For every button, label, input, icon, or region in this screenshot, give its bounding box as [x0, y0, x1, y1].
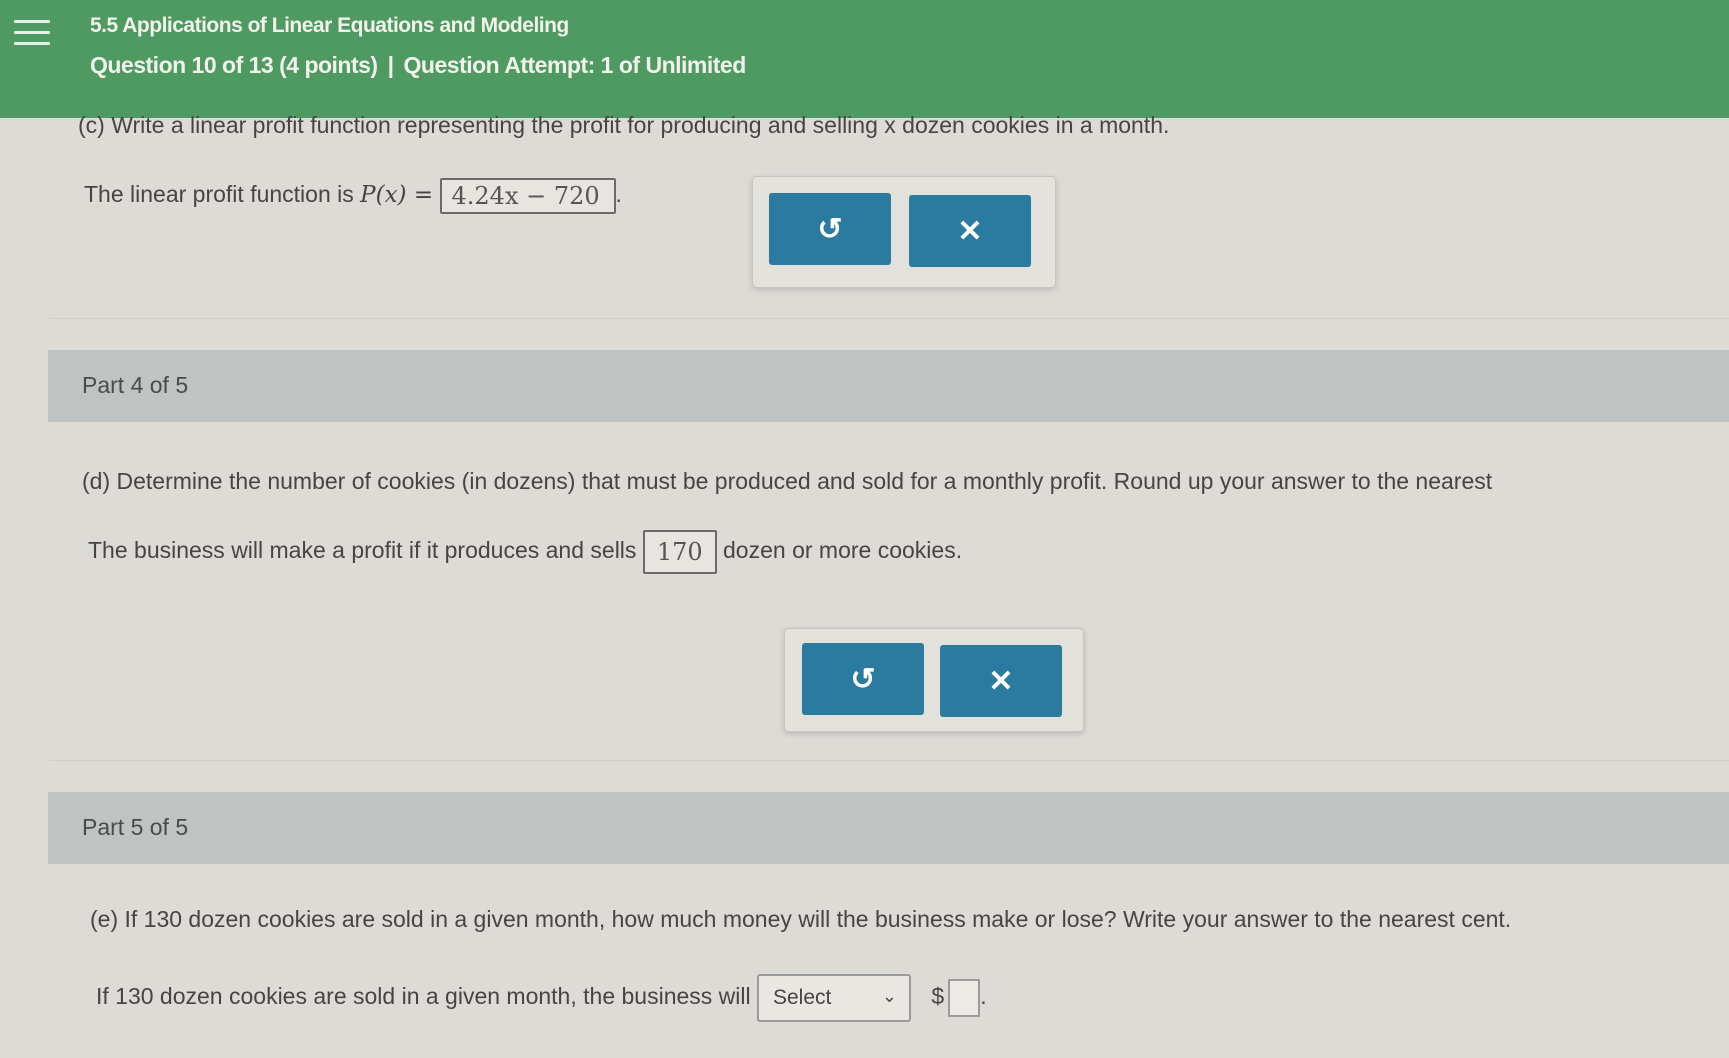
part-e-answer-prefix: If 130 dozen cookies are sold in a given… [96, 983, 751, 1010]
part-4-bar: Part 4 of 5 [48, 350, 1729, 422]
hamburger-menu-icon[interactable] [14, 20, 50, 50]
close-icon: ✕ [957, 214, 983, 248]
select-value: Select [773, 986, 832, 1009]
undo-button[interactable]: ↺ [802, 643, 924, 715]
undo-button[interactable]: ↺ [769, 193, 891, 265]
make-or-lose-select[interactable]: Select ⌄ [757, 974, 911, 1022]
part-e-suffix: . [980, 983, 987, 1010]
chevron-down-icon: ⌄ [881, 986, 897, 1006]
part-4-label: Part 4 of 5 [82, 372, 189, 398]
dozen-count-answer-box[interactable]: 170 [642, 530, 717, 574]
clear-button[interactable]: ✕ [909, 195, 1031, 267]
question-info: Question 10 of 13 (4 points) | Question At… [90, 52, 746, 79]
part-c-suffix: . [615, 181, 622, 208]
section-title: 5.5 Applications of Linear Equations and… [90, 14, 569, 37]
amount-input[interactable] [948, 979, 981, 1017]
undo-icon: ↺ [817, 212, 843, 246]
part-d-answer-suffix: dozen or more cookies. [723, 537, 963, 564]
function-label: P(x) = [360, 182, 434, 209]
close-icon: ✕ [988, 664, 1014, 698]
divider [50, 318, 1729, 319]
part-d-prompt: (d) Determine the number of cookies (in … [82, 468, 1493, 494]
part-c-button-panel: ↺ ✕ [752, 176, 1056, 288]
part-5-bar: Part 5 of 5 [48, 792, 1729, 864]
part-e-prompt: (e) If 130 dozen cookies are sold in a g… [90, 906, 1512, 932]
currency-symbol: $ [931, 983, 945, 1010]
part-e-answer-line: If 130 dozen cookies are sold in a given… [96, 974, 987, 1022]
divider [50, 760, 1729, 761]
attempt-info: Question Attempt: 1 of Unlimited [403, 52, 747, 78]
part-c-prompt: (c) Write a linear profit function repre… [78, 112, 1170, 138]
header-bar: 5.5 Applications of Linear Equations and… [0, 0, 1729, 118]
part-d-button-panel: ↺ ✕ [784, 628, 1084, 732]
undo-icon: ↺ [850, 662, 876, 696]
separator: | [387, 52, 394, 78]
part-c-answer-prefix: The linear profit function is [84, 181, 354, 208]
part-d-answer-line: The business will make a profit if it pr… [88, 530, 962, 574]
part-c-answer-line: The linear profit function is P(x) = 4.2… [84, 178, 622, 214]
part-d-answer-prefix: The business will make a profit if it pr… [88, 537, 637, 564]
part-5-label: Part 5 of 5 [82, 814, 189, 840]
profit-function-answer-box[interactable]: 4.24x − 720 [439, 178, 616, 214]
clear-button[interactable]: ✕ [940, 645, 1062, 717]
question-number: Question 10 of 13 (4 points) [90, 52, 378, 78]
